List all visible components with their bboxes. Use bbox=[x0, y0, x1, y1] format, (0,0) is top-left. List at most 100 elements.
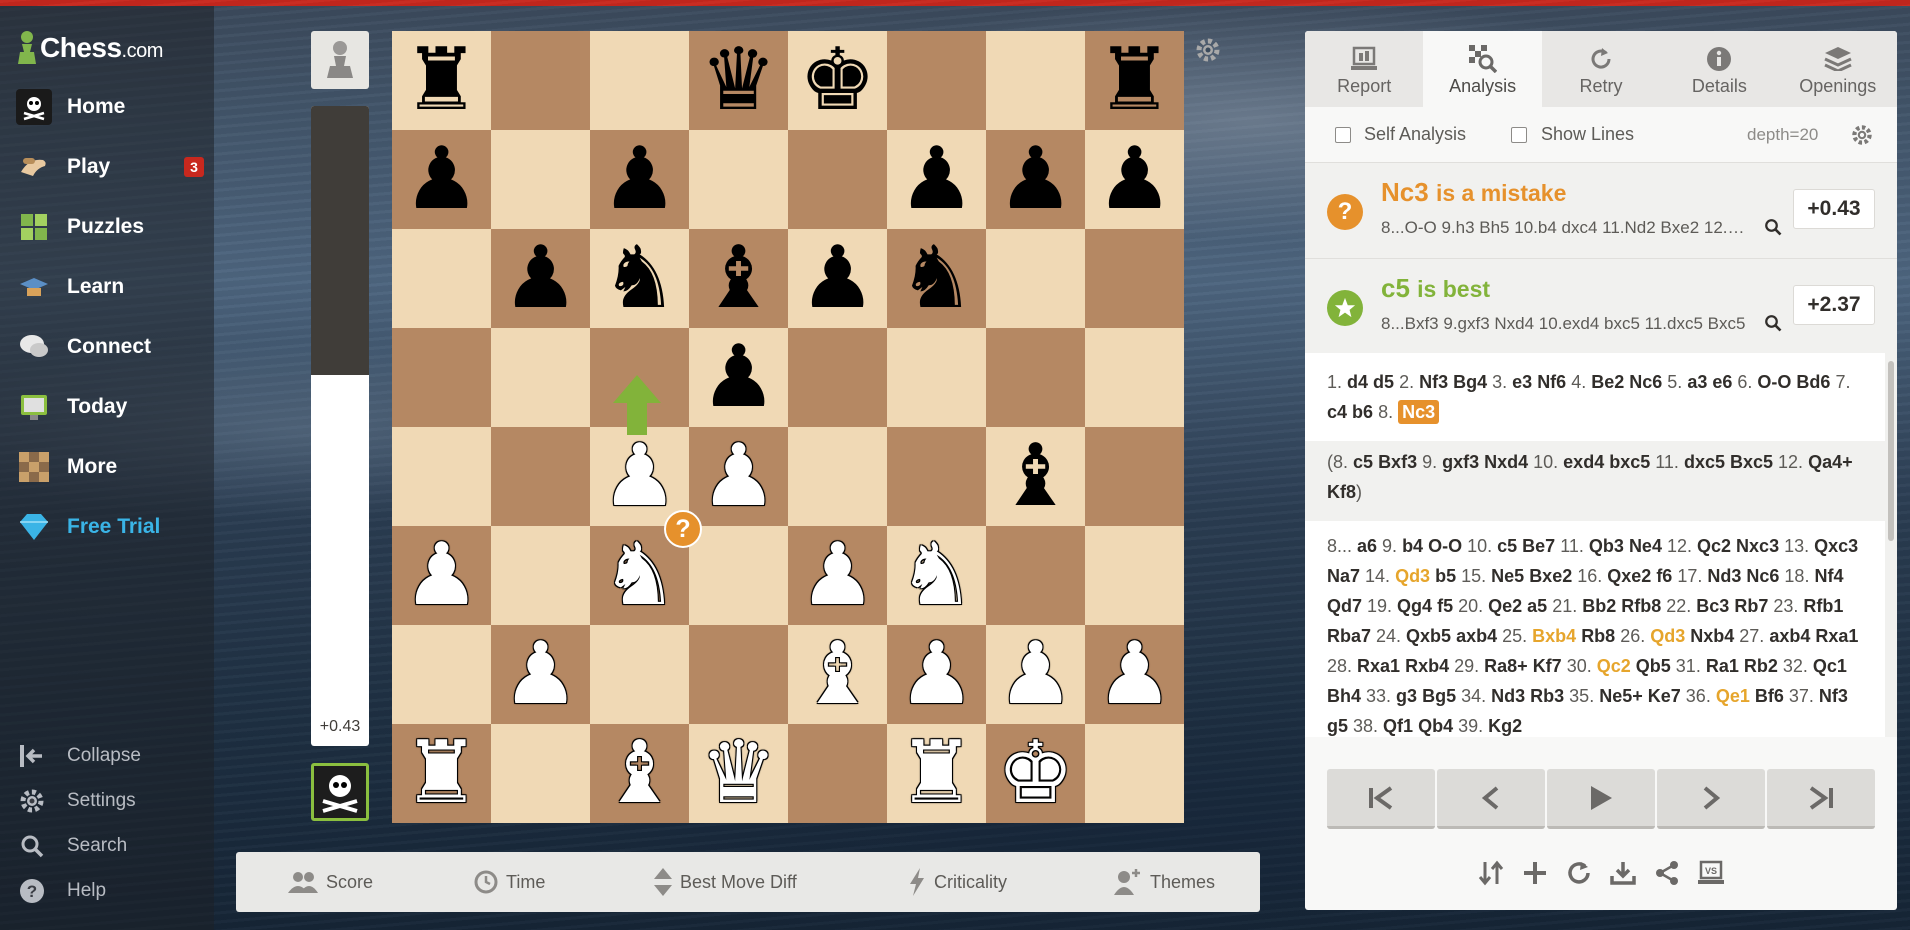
square-b8[interactable] bbox=[491, 31, 590, 130]
time-graph-button[interactable]: Time bbox=[474, 852, 545, 912]
square-h4[interactable] bbox=[1085, 427, 1184, 526]
tab-report[interactable]: Report bbox=[1305, 31, 1423, 107]
white-rook-piece[interactable]: ♜ bbox=[898, 724, 975, 823]
player-pawn-avatar[interactable] bbox=[311, 31, 369, 89]
opponent-avatar[interactable] bbox=[311, 763, 369, 821]
square-g8[interactable] bbox=[986, 31, 1085, 130]
square-c1[interactable]: ♝ bbox=[590, 724, 689, 823]
square-h3[interactable] bbox=[1085, 526, 1184, 625]
square-h1[interactable] bbox=[1085, 724, 1184, 823]
square-d8[interactable]: ♛ bbox=[689, 31, 788, 130]
square-a4[interactable] bbox=[392, 427, 491, 526]
sidebar-item-free-trial[interactable]: Free Trial bbox=[0, 501, 214, 553]
square-d4[interactable]: ♟ bbox=[689, 427, 788, 526]
black-bishop-piece[interactable]: ♝ bbox=[997, 427, 1074, 526]
square-f2[interactable]: ♟ bbox=[887, 625, 986, 724]
last-move-button[interactable] bbox=[1767, 769, 1875, 829]
board-settings-gear-icon[interactable] bbox=[1195, 37, 1221, 68]
sidebar-item-connect[interactable]: Connect bbox=[0, 321, 214, 373]
square-e8[interactable]: ♚ bbox=[788, 31, 887, 130]
play-button[interactable] bbox=[1547, 769, 1655, 829]
square-e5[interactable] bbox=[788, 328, 887, 427]
sidebar-item-home[interactable]: Home bbox=[0, 81, 214, 133]
square-h8[interactable]: ♜ bbox=[1085, 31, 1184, 130]
self-analysis-checkbox[interactable] bbox=[1335, 127, 1351, 143]
square-g1[interactable]: ♚ bbox=[986, 724, 1085, 823]
white-pawn-piece[interactable]: ♟ bbox=[601, 427, 678, 526]
white-rook-piece[interactable]: ♜ bbox=[403, 724, 480, 823]
square-h5[interactable] bbox=[1085, 328, 1184, 427]
white-pawn-piece[interactable]: ♟ bbox=[898, 625, 975, 724]
sidebar-settings[interactable]: Settings bbox=[0, 781, 214, 821]
tab-details[interactable]: Details bbox=[1660, 31, 1778, 107]
square-c2[interactable] bbox=[590, 625, 689, 724]
tab-retry[interactable]: Retry bbox=[1542, 31, 1660, 107]
search-icon[interactable] bbox=[1764, 218, 1782, 241]
square-d2[interactable] bbox=[689, 625, 788, 724]
square-a7[interactable]: ♟ bbox=[392, 130, 491, 229]
share-icon[interactable] bbox=[1651, 857, 1683, 889]
best-move-diff-button[interactable]: Best Move Diff bbox=[654, 852, 797, 912]
download-icon[interactable] bbox=[1607, 857, 1639, 889]
black-pawn-piece[interactable]: ♟ bbox=[403, 130, 480, 229]
scrollbar-thumb[interactable] bbox=[1888, 361, 1894, 541]
first-move-button[interactable] bbox=[1327, 769, 1435, 829]
white-pawn-piece[interactable]: ♟ bbox=[403, 526, 480, 625]
add-icon[interactable] bbox=[1519, 857, 1551, 889]
white-knight-piece[interactable]: ♞ bbox=[601, 526, 678, 625]
square-f1[interactable]: ♜ bbox=[887, 724, 986, 823]
square-e4[interactable] bbox=[788, 427, 887, 526]
sidebar-item-today[interactable]: Today bbox=[0, 381, 214, 433]
chess-board[interactable]: ♜♛♚♜♟♟♟♟♟♟♞♝♟♞♟♟♟♝♟♞♟♞♟♝♟♟♟♜♝♛♜♚ bbox=[392, 31, 1184, 823]
black-pawn-piece[interactable]: ♟ bbox=[601, 130, 678, 229]
sidebar-item-puzzles[interactable]: Puzzles bbox=[0, 201, 214, 253]
black-rook-piece[interactable]: ♜ bbox=[1096, 31, 1173, 130]
square-d7[interactable] bbox=[689, 130, 788, 229]
move-list-scrollbar[interactable] bbox=[1885, 353, 1897, 737]
square-a3[interactable]: ♟ bbox=[392, 526, 491, 625]
mistake-card[interactable]: ? Nc3 is a mistake 8...O-O 9.h3 Bh5 10.b… bbox=[1305, 163, 1897, 259]
square-d5[interactable]: ♟ bbox=[689, 328, 788, 427]
white-pawn-piece[interactable]: ♟ bbox=[799, 526, 876, 625]
black-knight-piece[interactable]: ♞ bbox=[898, 229, 975, 328]
previous-move-button[interactable] bbox=[1437, 769, 1545, 829]
sidebar-item-more[interactable]: More bbox=[0, 441, 214, 493]
square-a5[interactable] bbox=[392, 328, 491, 427]
square-d3[interactable] bbox=[689, 526, 788, 625]
black-bishop-piece[interactable]: ♝ bbox=[700, 229, 777, 328]
square-e3[interactable]: ♟ bbox=[788, 526, 887, 625]
square-b2[interactable]: ♟ bbox=[491, 625, 590, 724]
criticality-button[interactable]: Criticality bbox=[908, 852, 1007, 912]
white-pawn-piece[interactable]: ♟ bbox=[1096, 625, 1173, 724]
best-move-card[interactable]: c5 is best 8...Bxf3 9.gxf3 Nxd4 10.exd4 … bbox=[1305, 259, 1897, 355]
square-f7[interactable]: ♟ bbox=[887, 130, 986, 229]
black-pawn-piece[interactable]: ♟ bbox=[997, 130, 1074, 229]
score-graph-button[interactable]: Score bbox=[288, 852, 373, 912]
square-g7[interactable]: ♟ bbox=[986, 130, 1085, 229]
square-b4[interactable] bbox=[491, 427, 590, 526]
search-icon[interactable] bbox=[1764, 314, 1782, 337]
black-pawn-piece[interactable]: ♟ bbox=[502, 229, 579, 328]
sidebar-search[interactable]: Search bbox=[0, 826, 214, 866]
square-a8[interactable]: ♜ bbox=[392, 31, 491, 130]
square-f6[interactable]: ♞ bbox=[887, 229, 986, 328]
square-h7[interactable]: ♟ bbox=[1085, 130, 1184, 229]
black-pawn-piece[interactable]: ♟ bbox=[1096, 130, 1173, 229]
square-f4[interactable] bbox=[887, 427, 986, 526]
chess-com-logo[interactable]: Chess.com bbox=[16, 26, 163, 70]
black-pawn-piece[interactable]: ♟ bbox=[898, 130, 975, 229]
square-e1[interactable] bbox=[788, 724, 887, 823]
square-f3[interactable]: ♞ bbox=[887, 526, 986, 625]
square-c8[interactable] bbox=[590, 31, 689, 130]
square-a2[interactable] bbox=[392, 625, 491, 724]
square-a6[interactable] bbox=[392, 229, 491, 328]
square-a1[interactable]: ♜ bbox=[392, 724, 491, 823]
black-queen-piece[interactable]: ♛ bbox=[700, 31, 777, 130]
square-b5[interactable] bbox=[491, 328, 590, 427]
sidebar-item-learn[interactable]: Learn bbox=[0, 261, 214, 313]
engine-settings-gear-icon[interactable] bbox=[1851, 124, 1873, 151]
tab-analysis[interactable]: Analysis bbox=[1423, 31, 1541, 107]
white-pawn-piece[interactable]: ♟ bbox=[700, 427, 777, 526]
square-e6[interactable]: ♟ bbox=[788, 229, 887, 328]
square-g5[interactable] bbox=[986, 328, 1085, 427]
